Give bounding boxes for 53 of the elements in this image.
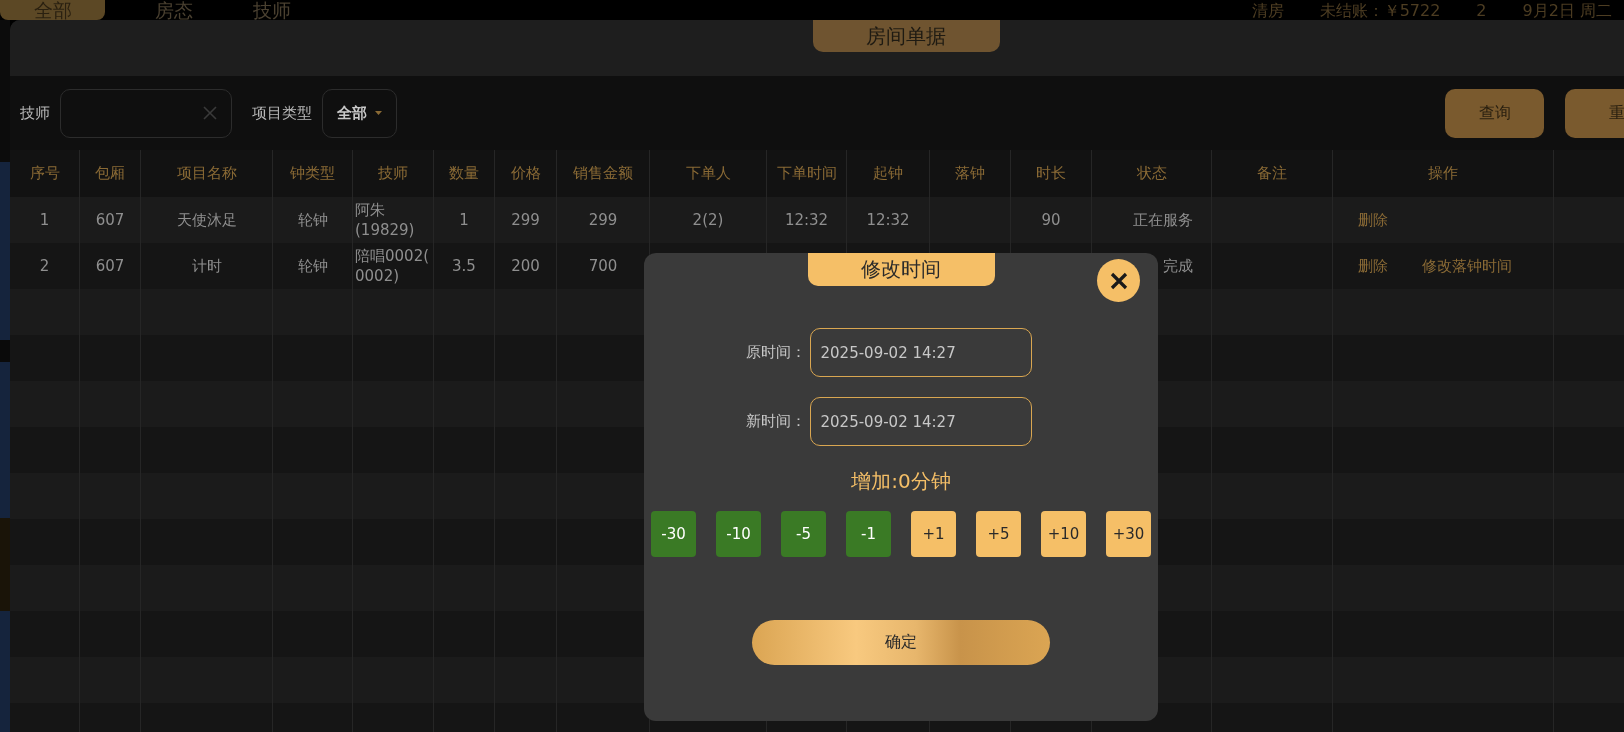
increase-button[interactable]: +10 — [1041, 511, 1086, 557]
panel-title: 房间单据 — [812, 20, 1000, 52]
project-type-dropdown[interactable]: 全部 — [322, 88, 397, 138]
table-cell: 700 — [588, 257, 618, 275]
added-minutes-text: 增加:0分钟 — [851, 468, 951, 495]
table-cell: 阿朱 (19829) — [355, 200, 415, 240]
dialog-title: 修改时间 — [807, 253, 995, 286]
table-cell: 90 — [1041, 211, 1061, 229]
table-cell: 天使沐足 — [176, 210, 237, 230]
table-cell: 3.5 — [452, 257, 476, 275]
decrease-button[interactable]: -1 — [846, 511, 891, 557]
table-cell: 299 — [511, 211, 540, 229]
status-text: 清房 — [1251, 2, 1284, 20]
confirm-button[interactable]: 确定 — [752, 620, 1050, 665]
decrease-button[interactable]: -10 — [716, 511, 761, 557]
status-text: 2 — [1476, 2, 1487, 20]
table-cell: 轮钟 — [297, 210, 328, 230]
table-cell: 1 — [459, 211, 469, 229]
table-cell: 轮钟 — [297, 256, 328, 276]
action-link[interactable]: 修改落钟时间 — [1422, 256, 1512, 276]
table-cell: 299 — [588, 211, 618, 229]
action-link[interactable]: 删除 — [1358, 210, 1388, 230]
table-cell: 2 — [39, 257, 50, 275]
table-cell: 1 — [39, 211, 50, 229]
table-cell: 正在服务 — [1133, 210, 1193, 230]
clear-icon[interactable] — [203, 106, 217, 120]
increase-button[interactable]: +1 — [911, 511, 956, 557]
time-field[interactable]: 2025-09-02 14:27 — [809, 397, 1032, 446]
table-cell: 12:32 — [784, 211, 829, 229]
close-button[interactable] — [1097, 259, 1140, 302]
technician-field[interactable] — [60, 88, 232, 138]
caret-icon — [375, 111, 382, 115]
decrease-button[interactable]: -30 — [651, 511, 696, 557]
increase-button[interactable]: +30 — [1106, 511, 1151, 557]
increase-button[interactable]: +5 — [976, 511, 1021, 557]
filter-label: 项目类型 — [252, 103, 312, 123]
status-text: 未结账：￥5722 — [1319, 2, 1441, 20]
table-cell: 2(2) — [692, 211, 724, 229]
time-field[interactable]: 2025-09-02 14:27 — [809, 328, 1032, 377]
close-icon — [1109, 271, 1128, 290]
table-cell: 计时 — [191, 256, 222, 276]
table-cell: 陪唱0002( 0002) — [355, 246, 430, 286]
table-cell: 607 — [95, 257, 125, 275]
action-link[interactable]: 删除 — [1358, 256, 1388, 276]
field-label: 新时间： — [744, 412, 806, 431]
table-cell: 12:32 — [866, 211, 910, 229]
table-cell: 607 — [95, 211, 125, 229]
table-cell: 200 — [511, 257, 540, 275]
filter-label: 技师 — [20, 103, 50, 123]
field-label: 原时间： — [744, 343, 806, 362]
decrease-button[interactable]: -5 — [781, 511, 826, 557]
table-cell: 完成 — [1163, 256, 1193, 276]
status-text: 9月2日 周二 — [1522, 2, 1612, 20]
